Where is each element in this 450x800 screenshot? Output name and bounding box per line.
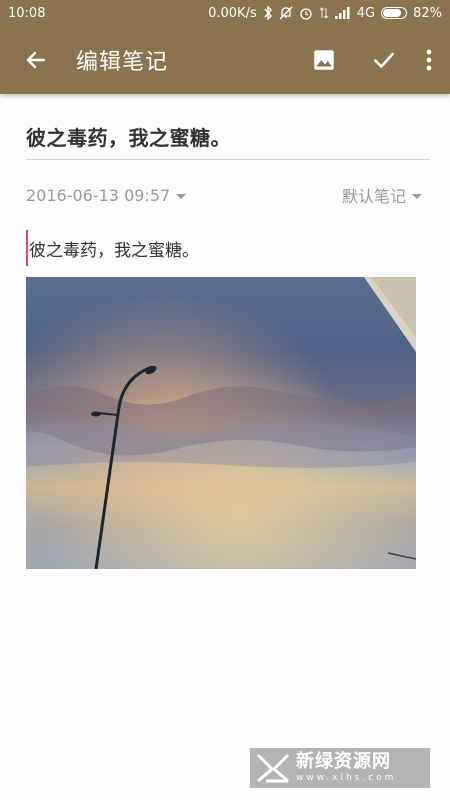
watermark-main: 新绿资源网	[296, 751, 391, 772]
note-body-text: 彼之毒药，我之蜜糖。	[29, 240, 199, 261]
checkmark-icon	[374, 52, 394, 68]
more-options-button[interactable]	[414, 36, 444, 84]
status-indicators: 0.00K/s 4G 82%	[208, 6, 442, 21]
toolbar-actions	[300, 36, 444, 84]
data-transfer-icon	[319, 6, 329, 20]
status-bar: 10:08 0.00K/s 4G 82%	[0, 0, 450, 26]
note-body-editor[interactable]: 彼之毒药，我之蜜糖。	[26, 230, 199, 266]
silent-mode-icon	[279, 6, 293, 20]
status-time: 10:08	[8, 5, 46, 21]
network-type: 4G	[356, 5, 376, 21]
text-cursor	[26, 230, 28, 266]
note-title-field[interactable]: 彼之毒药，我之蜜糖。	[26, 122, 430, 160]
app-toolbar: 编辑笔记	[0, 26, 450, 94]
sky-photo	[26, 277, 416, 569]
watermark-sub: www.xlhs.com	[296, 773, 397, 783]
chevron-down-icon	[176, 193, 187, 199]
more-vert-icon	[426, 49, 432, 71]
watermark: 新绿资源网 www.xlhs.com	[250, 748, 430, 788]
watermark-text: 新绿资源网 www.xlhs.com	[296, 753, 396, 783]
alarm-icon	[299, 6, 313, 20]
note-meta-row: 2016-06-13 09:57 默认笔记	[26, 183, 422, 207]
notebook-name: 默认笔记	[341, 187, 406, 206]
back-button[interactable]	[12, 36, 60, 84]
screen: 10:08 0.00K/s 4G 82% 编辑笔记 彼之毒药，我之蜜糖。 201…	[0, 0, 450, 800]
note-image[interactable]	[26, 277, 416, 569]
notebook-selector[interactable]: 默认笔记	[342, 183, 422, 207]
battery-fill	[383, 9, 402, 17]
bluetooth-icon	[263, 6, 273, 20]
save-button[interactable]	[360, 36, 408, 84]
note-date: 2016-06-13 09:57	[26, 185, 171, 205]
battery-percent: 82%	[413, 5, 442, 21]
image-icon	[314, 50, 334, 70]
battery-icon	[381, 7, 408, 19]
note-title: 彼之毒药，我之蜜糖。	[26, 126, 231, 150]
page-title: 编辑笔记	[76, 50, 169, 75]
watermark-logo-icon	[256, 753, 290, 783]
back-arrow-icon	[26, 51, 46, 69]
insert-image-button[interactable]	[300, 36, 348, 84]
date-selector[interactable]: 2016-06-13 09:57	[26, 185, 187, 205]
network-speed: 0.00K/s	[208, 5, 257, 21]
chevron-down-icon	[412, 193, 422, 199]
signal-icon	[334, 7, 351, 19]
